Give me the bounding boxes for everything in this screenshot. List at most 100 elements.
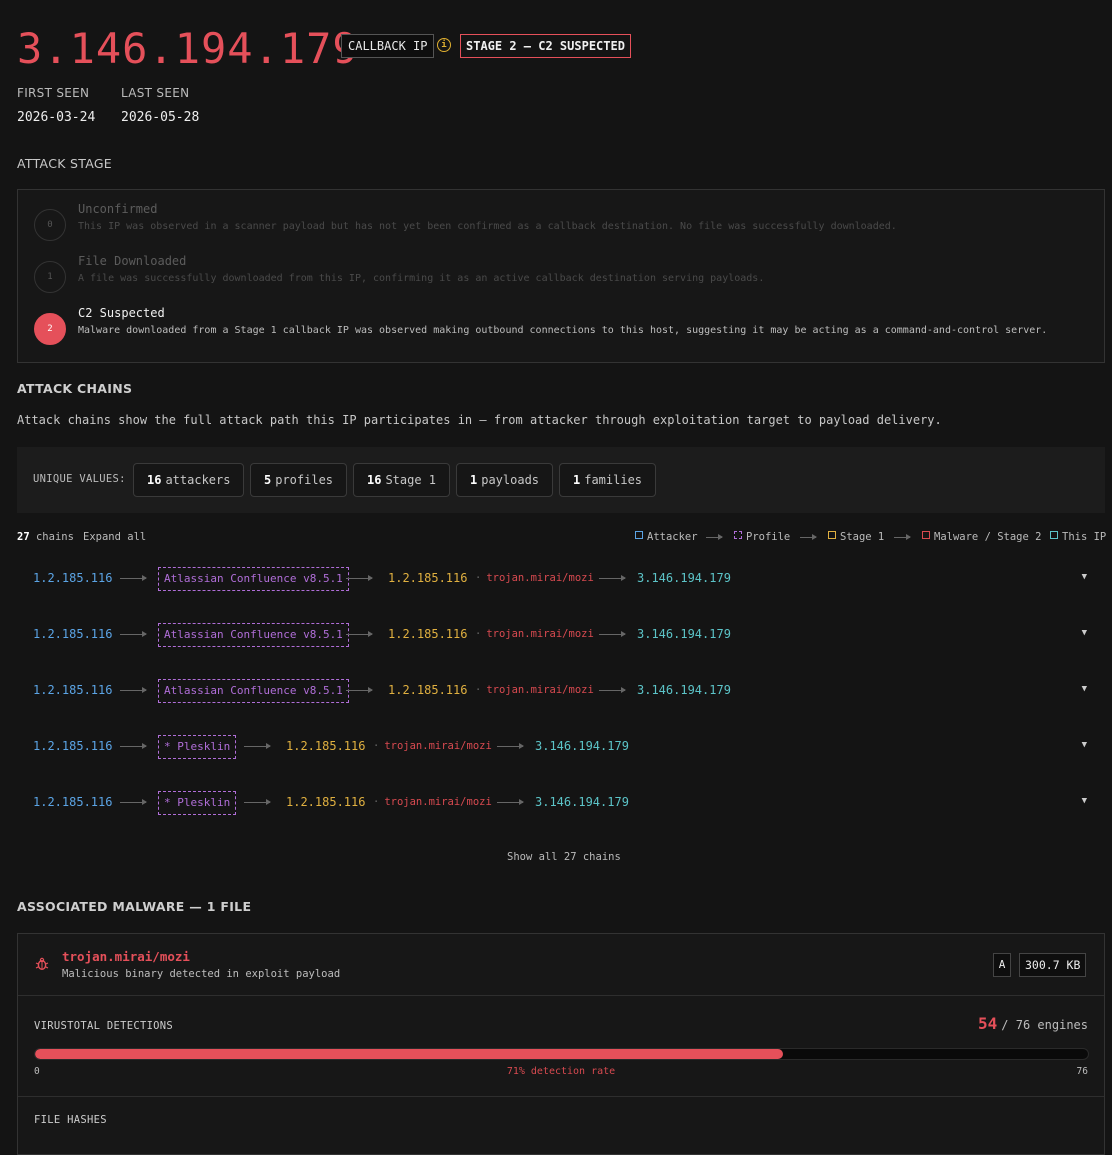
legend-malware: Malware / Stage 2 — [922, 531, 1041, 543]
unique-profiles-pill[interactable]: 5 profiles — [250, 463, 348, 497]
chain-stage1[interactable]: 1.2.185.116 — [388, 683, 467, 697]
chevron-down-icon[interactable]: ▼ — [1082, 628, 1087, 638]
malware-subtitle: Malicious binary detected in exploit pay… — [62, 968, 341, 980]
chain-arrow-icon — [599, 687, 626, 693]
associated-malware-title: ASSOCIATED MALWARE — 1 FILE — [17, 899, 252, 914]
chain-row[interactable]: 1.2.185.116 Atlassian Confluence v8.5.1 … — [17, 623, 1105, 647]
chain-profile[interactable]: Atlassian Confluence v8.5.1 — [158, 623, 349, 647]
malware-name[interactable]: trojan.mirai/mozi — [62, 949, 190, 964]
chevron-down-icon[interactable]: ▼ — [1082, 796, 1087, 806]
stage-name: Unconfirmed — [78, 202, 158, 216]
last-seen-value: 2026-05-28 — [121, 110, 200, 125]
stage-description: A file was successfully downloaded from … — [78, 273, 765, 284]
chevron-down-icon[interactable]: ▼ — [1082, 572, 1087, 582]
ip-type-badge: CALLBACK IP — [341, 34, 435, 58]
chain-malware[interactable]: · trojan.mirai/mozi — [373, 740, 492, 752]
chain-arrow-icon — [346, 575, 373, 581]
attack-stage-title: ATTACK STAGE — [17, 156, 113, 171]
legend-this-ip: This IP — [1050, 531, 1106, 543]
first-seen-value: 2026-03-24 — [17, 110, 96, 125]
unique-attackers-pill[interactable]: 16 attackers — [133, 463, 245, 497]
chain-attacker[interactable]: 1.2.185.116 — [33, 683, 112, 697]
unique-values-label: UNIQUE VALUES: — [33, 473, 126, 485]
chain-this-ip: 3.146.194.179 — [637, 571, 731, 585]
legend-stage1: Stage 1 — [828, 531, 884, 543]
chain-attacker[interactable]: 1.2.185.116 — [33, 627, 112, 641]
info-icon[interactable]: i — [437, 38, 451, 52]
chain-malware[interactable]: · trojan.mirai/mozi — [475, 628, 594, 640]
chain-arrow-icon — [497, 743, 524, 749]
file-hashes-label: FILE HASHES — [34, 1114, 107, 1126]
chain-this-ip: 3.146.194.179 — [637, 627, 731, 641]
malware-swatch-icon — [922, 531, 930, 539]
chain-row[interactable]: 1.2.185.116 Atlassian Confluence v8.5.1 … — [17, 567, 1105, 591]
chain-profile[interactable]: * Plesklin — [158, 791, 237, 815]
detection-progress-bar — [34, 1048, 1089, 1060]
stage-name: C2 Suspected — [78, 306, 165, 320]
chain-profile[interactable]: * Plesklin — [158, 735, 237, 759]
arch-badge: A — [993, 953, 1011, 977]
legend-arrow-icon — [800, 534, 817, 540]
chain-malware[interactable]: · trojan.mirai/mozi — [475, 572, 594, 584]
stage-description: Malware downloaded from a Stage 1 callba… — [78, 325, 1048, 336]
chain-stage1[interactable]: 1.2.185.116 — [286, 739, 365, 753]
chain-count: 27 chains — [17, 531, 74, 543]
stage-number: 2 — [34, 313, 66, 345]
chain-malware[interactable]: · trojan.mirai/mozi — [475, 684, 594, 696]
chain-attacker[interactable]: 1.2.185.116 — [33, 795, 112, 809]
unique-payloads-pill[interactable]: 1 payloads — [456, 463, 554, 497]
stage-badge: STAGE 2 — C2 SUSPECTED — [460, 34, 631, 58]
chain-arrow-icon — [120, 743, 147, 749]
chain-stage1[interactable]: 1.2.185.116 — [388, 627, 467, 641]
malware-card: trojan.mirai/mozi Malicious binary detec… — [17, 933, 1105, 1155]
chain-arrow-icon — [244, 799, 271, 805]
chain-row[interactable]: 1.2.185.116 * Plesklin 1.2.185.116 · troj… — [17, 791, 1105, 815]
stage-name: File Downloaded — [78, 254, 187, 268]
chain-arrow-icon — [244, 743, 271, 749]
chevron-down-icon[interactable]: ▼ — [1082, 740, 1087, 750]
legend-profile: Profile — [734, 531, 790, 543]
first-seen-label: FIRST SEEN — [17, 86, 90, 100]
chain-profile[interactable]: Atlassian Confluence v8.5.1 — [158, 567, 349, 591]
detection-max: 76 — [1076, 1066, 1088, 1077]
chain-stage1[interactable]: 1.2.185.116 — [388, 571, 467, 585]
file-size-badge: 300.7 KB — [1019, 953, 1087, 977]
chevron-down-icon[interactable]: ▼ — [1082, 684, 1087, 694]
legend-arrow-icon — [894, 534, 911, 540]
chain-row[interactable]: 1.2.185.116 * Plesklin 1.2.185.116 · troj… — [17, 735, 1105, 759]
attack-stage-panel: 0 Unconfirmed This IP was observed in a … — [17, 189, 1105, 363]
expand-all-button[interactable]: Expand all — [83, 531, 146, 543]
bug-icon — [35, 957, 49, 971]
chain-malware[interactable]: · trojan.mirai/mozi — [373, 796, 492, 808]
attacker-swatch-icon — [635, 531, 643, 539]
virustotal-label: VIRUSTOTAL DETECTIONS — [34, 1020, 174, 1032]
detection-progress-fill — [35, 1049, 783, 1059]
attack-chains-title: ATTACK CHAINS — [17, 381, 133, 396]
legend-arrow-icon — [706, 534, 723, 540]
chain-arrow-icon — [497, 799, 524, 805]
chain-arrow-icon — [346, 687, 373, 693]
virustotal-count: 54/ 76 engines — [978, 1014, 1088, 1033]
chain-profile[interactable]: Atlassian Confluence v8.5.1 — [158, 679, 349, 703]
chain-row[interactable]: 1.2.185.116 Atlassian Confluence v8.5.1 … — [17, 679, 1105, 703]
stage-number: 1 — [34, 261, 66, 293]
malware-card-header[interactable]: trojan.mirai/mozi Malicious binary detec… — [18, 934, 1104, 996]
chain-attacker[interactable]: 1.2.185.116 — [33, 571, 112, 585]
this-ip-swatch-icon — [1050, 531, 1058, 539]
last-seen-label: LAST SEEN — [121, 86, 190, 100]
profile-swatch-icon — [734, 531, 742, 539]
chain-stage1[interactable]: 1.2.185.116 — [286, 795, 365, 809]
unique-stage1-pill[interactable]: 16 Stage 1 — [353, 463, 451, 497]
ip-title: 3.146.194.179 — [17, 24, 359, 73]
chain-arrow-icon — [120, 575, 147, 581]
unique-families-pill[interactable]: 1 families — [559, 463, 657, 497]
chain-arrow-icon — [120, 799, 147, 805]
chain-attacker[interactable]: 1.2.185.116 — [33, 739, 112, 753]
chain-this-ip: 3.146.194.179 — [637, 683, 731, 697]
chain-this-ip: 3.146.194.179 — [535, 795, 629, 809]
stage-description: This IP was observed in a scanner payloa… — [78, 221, 897, 232]
legend-attacker: Attacker — [635, 531, 698, 543]
show-all-chains-button[interactable]: Show all 27 chains — [507, 851, 621, 863]
unique-values-bar: UNIQUE VALUES: 16 attackers 5 profiles 16 S… — [17, 447, 1105, 513]
chain-arrow-icon — [120, 631, 147, 637]
